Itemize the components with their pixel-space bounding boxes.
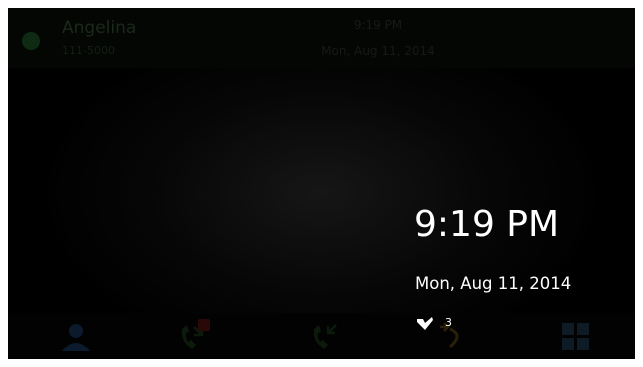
wallpaper-glow bbox=[48, 28, 595, 358]
account-name: Angelina bbox=[62, 18, 137, 38]
voicemail-count: 3 bbox=[445, 316, 452, 329]
status-bar-date: Mon, Aug 11, 2014 bbox=[321, 44, 435, 58]
missed-calls-badge bbox=[198, 319, 210, 331]
phone-screen[interactable]: Angelina 111-5000 9:19 PM Mon, Aug 11, 2… bbox=[8, 8, 635, 359]
contacts-icon bbox=[62, 324, 90, 351]
status-bar: Angelina 111-5000 9:19 PM Mon, Aug 11, 2… bbox=[8, 8, 635, 68]
presence-indicator-icon bbox=[22, 32, 40, 50]
status-bar-time: 9:19 PM bbox=[353, 18, 403, 32]
missed-calls-icon bbox=[181, 325, 204, 349]
received-calls-icon bbox=[313, 324, 337, 349]
account-number: 111-5000 bbox=[62, 44, 115, 57]
apps-button[interactable] bbox=[556, 321, 596, 351]
contacts-button[interactable] bbox=[56, 321, 96, 351]
missed-calls-button[interactable] bbox=[176, 319, 216, 351]
screensaver-time: 9:19 PM bbox=[414, 204, 560, 245]
softkey-bar bbox=[8, 313, 635, 359]
voicemail-icon bbox=[417, 317, 433, 330]
received-calls-button[interactable] bbox=[308, 321, 348, 351]
screensaver-date: Mon, Aug 11, 2014 bbox=[415, 274, 572, 293]
apps-grid-icon bbox=[562, 323, 589, 350]
